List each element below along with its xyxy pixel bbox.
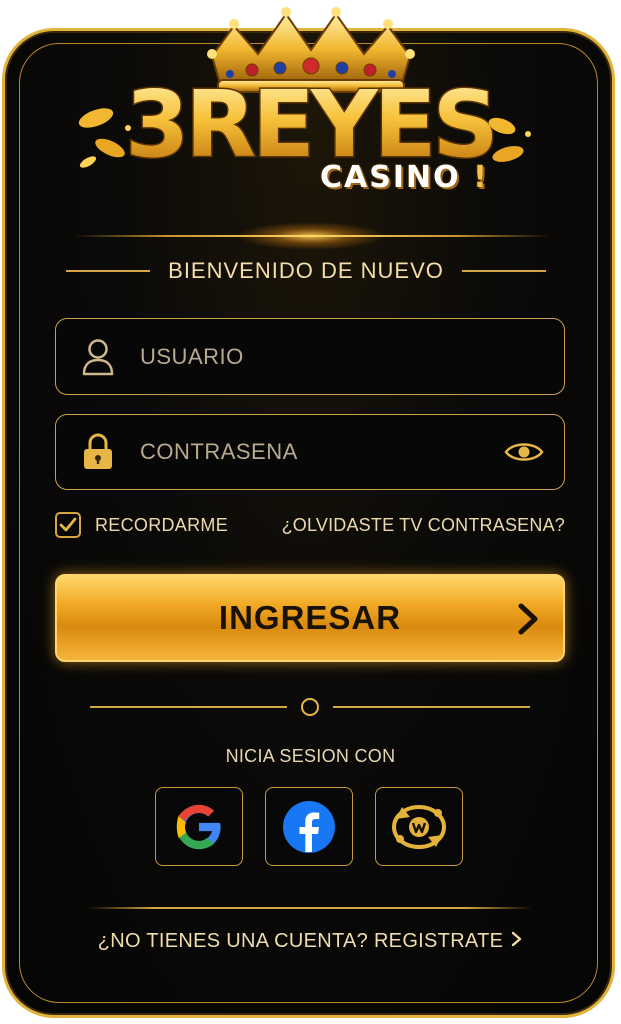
welcome-line-left <box>66 270 151 272</box>
header-divider <box>74 235 550 237</box>
remember-label: RECORDARME <box>95 514 229 535</box>
google-icon <box>176 804 222 849</box>
divider-line-left <box>90 706 287 708</box>
username-field[interactable] <box>55 318 565 395</box>
coin-splash-right-icon <box>488 117 531 162</box>
welcome-heading-row: BIENVENIDO DE NUEVO <box>66 256 546 286</box>
remember-me[interactable]: RECORDARME <box>55 512 228 538</box>
register-link-label: ¿NO TIENES UNA CUENTA? REGISTRATE <box>97 930 504 952</box>
password-field[interactable] <box>55 414 565 490</box>
facebook-icon <box>283 800 335 853</box>
footer-divider <box>88 907 532 909</box>
google-login-button[interactable] <box>155 787 243 866</box>
facebook-login-button[interactable] <box>265 787 353 866</box>
password-input[interactable] <box>140 432 502 472</box>
coin-splash-left-icon <box>78 108 131 168</box>
remember-checkbox[interactable] <box>55 512 81 538</box>
divider-line-right <box>333 706 530 708</box>
forgot-password-link[interactable]: ¿OLVIDASTE TV CONTRASENA? <box>282 515 565 536</box>
logo-sub-label: CASINO <box>320 160 461 195</box>
casino-login-button[interactable] <box>375 787 463 866</box>
logo-casino-text: CASINO ! <box>320 160 489 195</box>
casino-chip-icon <box>392 804 446 849</box>
lock-icon <box>80 432 116 472</box>
register-link[interactable]: ¿NO TIENES UNA CUENTA? REGISTRATE <box>0 930 621 953</box>
chevron-right-icon <box>511 930 523 953</box>
welcome-heading: BIENVENIDO DE NUEVO <box>168 258 444 283</box>
chevron-right-icon <box>518 603 538 635</box>
show-password-eye-icon[interactable] <box>502 437 546 467</box>
login-button-label: INGRESAR <box>218 599 402 636</box>
welcome-line-right <box>461 270 546 272</box>
check-icon <box>59 517 77 532</box>
section-divider <box>90 696 530 718</box>
login-button[interactable]: INGRESAR <box>55 574 565 662</box>
divider-ring-icon <box>301 698 319 716</box>
user-icon <box>80 337 116 377</box>
social-login-label: NICIA SESION CON <box>225 746 396 766</box>
username-input[interactable] <box>140 336 564 377</box>
